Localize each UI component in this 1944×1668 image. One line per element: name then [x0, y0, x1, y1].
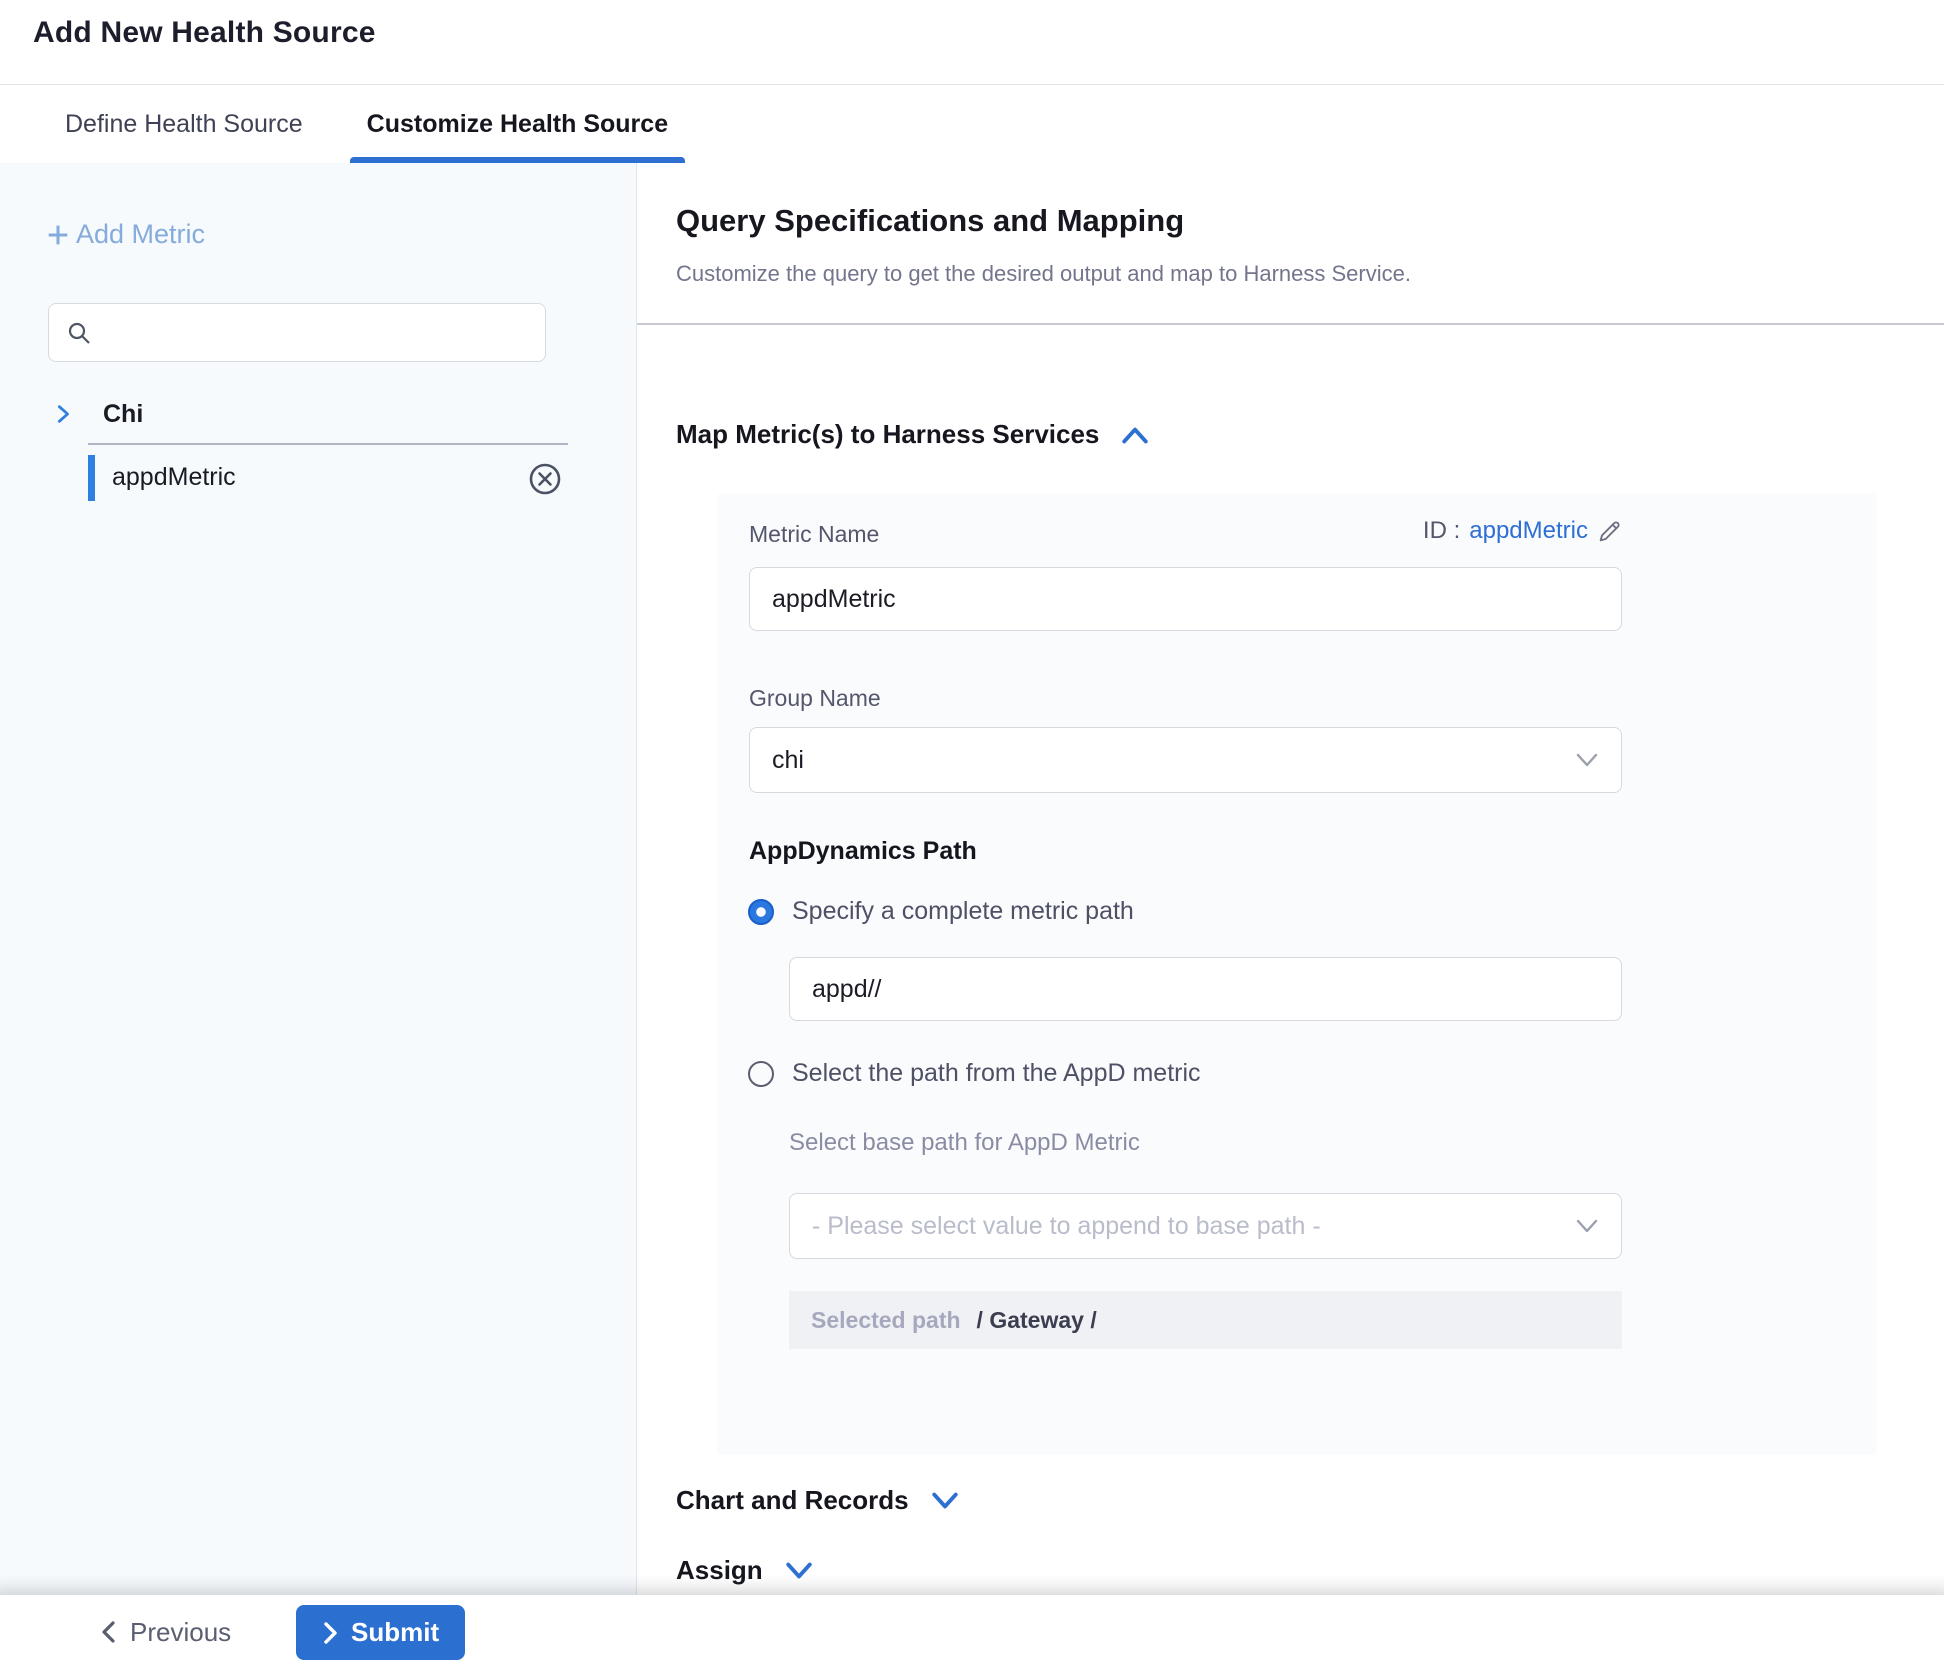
- base-path-select[interactable]: - Please select value to append to base …: [789, 1193, 1622, 1259]
- edit-icon[interactable]: [1597, 519, 1622, 544]
- divider: [637, 323, 1944, 325]
- add-metric-button[interactable]: Add Metric: [44, 219, 205, 250]
- radio-selected-icon[interactable]: [748, 899, 774, 925]
- previous-label: Previous: [130, 1617, 231, 1648]
- chevron-down-icon: [1575, 752, 1599, 768]
- tab-bar: Define Health Source Customize Health So…: [0, 86, 1944, 163]
- metric-id-link[interactable]: appdMetric: [1469, 517, 1588, 545]
- group-name-label: Group Name: [749, 685, 881, 712]
- chevron-right-icon: [322, 1622, 339, 1644]
- remove-metric-icon[interactable]: [527, 461, 563, 497]
- metric-name-input[interactable]: [749, 567, 1622, 631]
- tree-metric-appdmetric[interactable]: appdMetric: [0, 453, 636, 503]
- radio-select-path-from-appd[interactable]: Select the path from the AppD metric: [748, 1059, 1201, 1088]
- add-metric-label: Add Metric: [76, 219, 205, 250]
- dialog-title: Add New Health Source: [33, 16, 376, 50]
- base-path-label: Select base path for AppD Metric: [789, 1129, 1140, 1157]
- base-path-placeholder: - Please select value to append to base …: [812, 1212, 1575, 1241]
- chevron-left-icon: [98, 1620, 118, 1644]
- metric-search: [48, 303, 546, 362]
- tree-metric-label: appdMetric: [112, 463, 236, 492]
- selected-path-label: Selected path: [811, 1307, 961, 1334]
- section-heading: Assign: [676, 1555, 763, 1586]
- page-subtitle: Customize the query to get the desired o…: [676, 261, 1411, 287]
- tree-divider: [88, 443, 568, 445]
- metrics-sidebar: Add Metric Chi appdMetric: [0, 163, 637, 1595]
- dialog-footer: Previous Submit: [0, 1595, 1944, 1668]
- submit-label: Submit: [351, 1617, 439, 1648]
- map-metrics-section-header: Map Metric(s) to Harness Services: [676, 419, 1149, 450]
- tab-define-health-source[interactable]: Define Health Source: [63, 86, 305, 163]
- previous-button[interactable]: Previous: [98, 1607, 231, 1657]
- dialog-header: Add New Health Source: [0, 0, 1944, 85]
- chevron-down-icon[interactable]: [785, 1561, 813, 1581]
- chevron-down-icon[interactable]: [931, 1491, 959, 1511]
- chevron-down-icon: [1575, 1218, 1599, 1234]
- tab-customize-health-source[interactable]: Customize Health Source: [350, 86, 685, 163]
- query-spec-panel: Query Specifications and Mapping Customi…: [637, 163, 1944, 1595]
- plus-icon: [44, 221, 72, 249]
- selected-path-bar: Selected path / Gateway /: [789, 1291, 1622, 1349]
- chevron-up-icon[interactable]: [1121, 425, 1149, 445]
- metric-id-row: ID : appdMetric: [1423, 517, 1622, 545]
- section-heading: Map Metric(s) to Harness Services: [676, 419, 1099, 450]
- section-heading: Chart and Records: [676, 1485, 909, 1516]
- page-title: Query Specifications and Mapping: [676, 203, 1184, 239]
- radio-label: Specify a complete metric path: [792, 897, 1134, 926]
- chart-and-records-section-header: Chart and Records: [676, 1485, 959, 1516]
- radio-label: Select the path from the AppD metric: [792, 1059, 1201, 1088]
- selected-marker: [88, 455, 95, 501]
- metric-name-label: Metric Name: [749, 521, 879, 548]
- group-name-select[interactable]: chi: [749, 727, 1622, 793]
- map-metrics-card: Metric Name ID : appdMetric Group Name c…: [717, 493, 1877, 1455]
- group-name-value: chi: [772, 746, 1575, 775]
- assign-section-header: Assign: [676, 1555, 813, 1586]
- search-input[interactable]: [92, 304, 545, 361]
- radio-unselected-icon[interactable]: [748, 1061, 774, 1087]
- appdynamics-path-heading: AppDynamics Path: [749, 837, 977, 866]
- tab-label: Customize Health Source: [367, 110, 668, 139]
- complete-metric-path-input[interactable]: [789, 957, 1622, 1021]
- add-health-source-dialog: Add New Health Source Define Health Sour…: [0, 0, 1944, 1668]
- tree-group-label: Chi: [103, 400, 143, 429]
- dialog-body: Add Metric Chi appdMetric: [0, 163, 1944, 1595]
- chevron-right-icon[interactable]: [52, 403, 74, 425]
- submit-button[interactable]: Submit: [296, 1605, 465, 1660]
- id-prefix: ID :: [1423, 517, 1460, 545]
- radio-complete-metric-path[interactable]: Specify a complete metric path: [748, 897, 1134, 926]
- selected-path-value: / Gateway /: [977, 1307, 1097, 1334]
- tab-label: Define Health Source: [65, 110, 303, 139]
- tree-group-chi[interactable]: Chi: [0, 391, 636, 437]
- search-icon: [66, 320, 92, 346]
